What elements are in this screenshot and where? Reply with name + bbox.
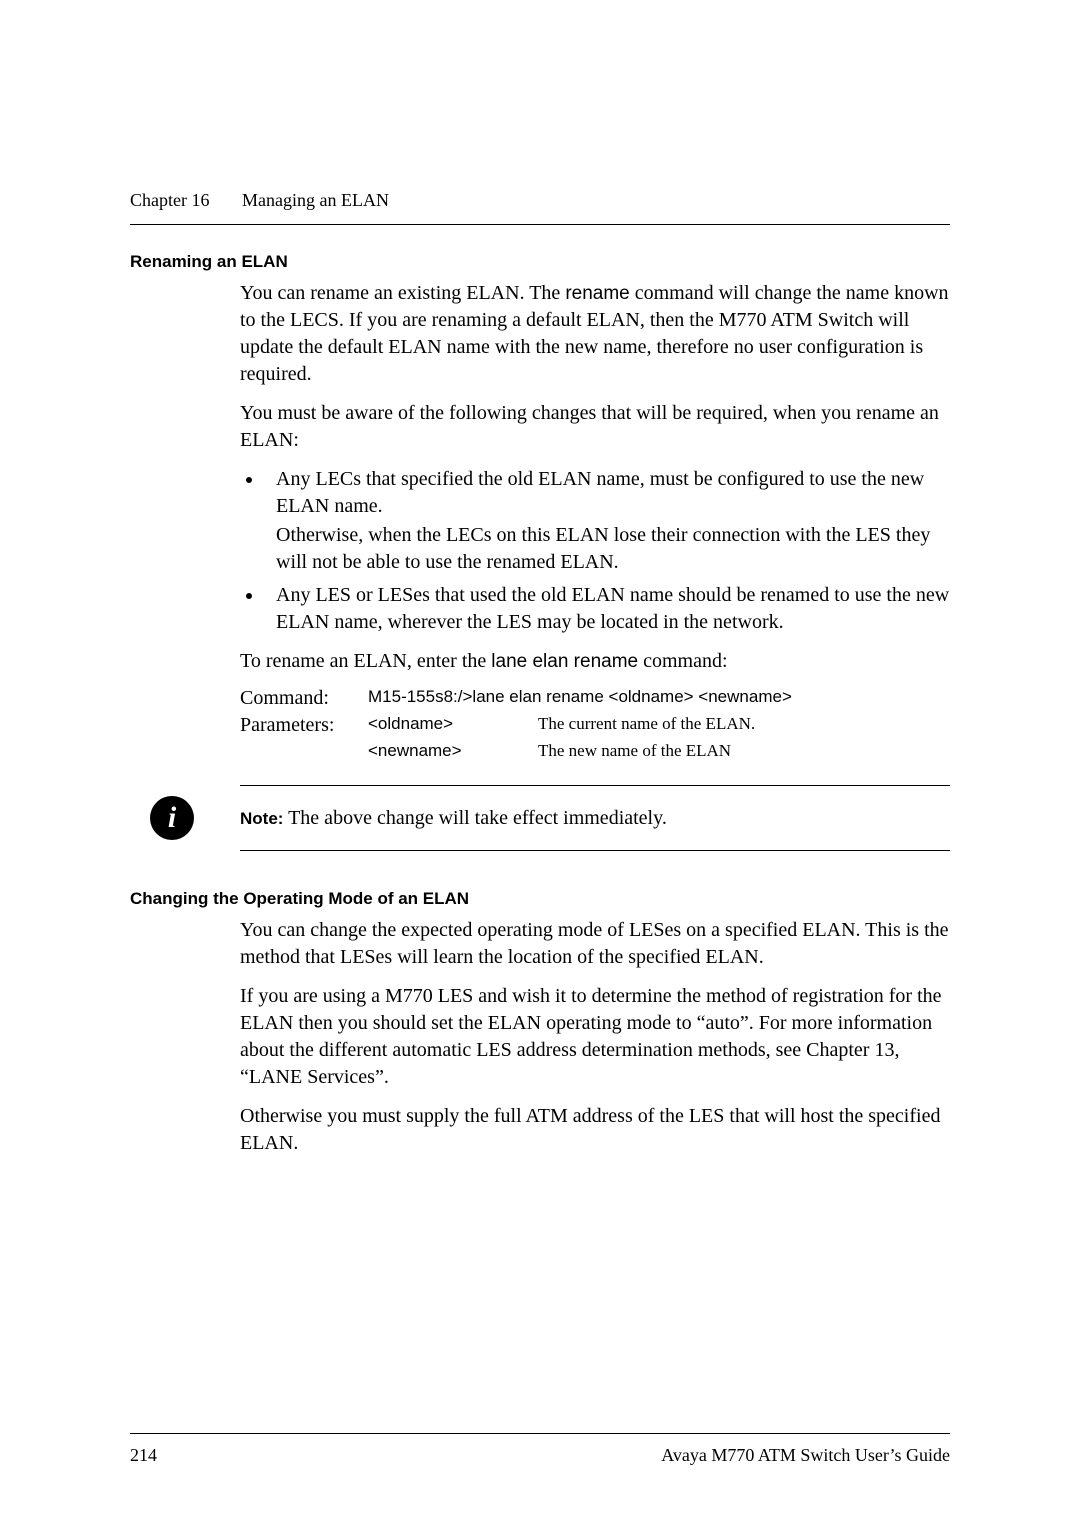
para-opmode-3: Otherwise you must supply the full ATM a… [240,1103,950,1157]
page-number: 214 [130,1445,157,1466]
note-rule-bottom [240,850,950,851]
note-body: The above change will take effect immedi… [283,807,666,829]
note-text: Note: The above change will take effect … [240,807,667,830]
page: Chapter 16 Managing an ELAN Renaming an … [0,0,1080,1528]
section1-body: You can rename an existing ELAN. The ren… [240,280,950,851]
para-aware: You must be aware of the following chang… [240,400,950,454]
command-table: Command: M15-155s8:/>lane elan rename <o… [240,687,950,761]
bullet-list: Any LECs that specified the old ELAN nam… [240,466,950,636]
chapter-label: Chapter 16 [130,190,209,211]
running-header: Chapter 16 Managing an ELAN [130,190,950,211]
param-desc-newname: The new name of the ELAN [538,741,731,761]
param-name-oldname: <oldname> [368,714,538,734]
footer: 214 Avaya M770 ATM Switch User’s Guide [130,1445,950,1466]
content-area: Renaming an ELAN You can rename an exist… [130,252,950,1169]
text: You can rename an existing ELAN. The [240,282,565,304]
bullet1-continuation: Otherwise, when the LECs on this ELAN lo… [276,522,950,576]
bullet-item-1: Any LECs that specified the old ELAN nam… [264,466,950,576]
note-label: Note: [240,809,283,828]
chapter-title: Managing an ELAN [242,190,389,211]
bullet-item-2: Any LES or LESes that used the old ELAN … [264,582,950,636]
info-icon-glyph: i [168,803,176,833]
section-heading-renaming: Renaming an ELAN [130,252,950,272]
text: Any LES or LESes that used the old ELAN … [276,584,949,633]
note-block: i Note: The above change will take effec… [240,785,950,851]
note-row: i Note: The above change will take effec… [150,796,950,840]
param-desc-oldname: The current name of the ELAN. [538,714,755,734]
inline-command-rename: rename [565,283,629,304]
para-to-rename: To rename an ELAN, enter the lane elan r… [240,648,950,675]
parameters-label: Parameters: [240,714,368,737]
command-label: Command: [240,687,368,710]
para-opmode-1: You can change the expected operating mo… [240,917,950,971]
command-value: M15-155s8:/>lane elan rename <oldname> <… [368,687,792,707]
note-rule-top [240,785,950,786]
para-opmode-2: If you are using a M770 LES and wish it … [240,983,950,1091]
info-icon: i [150,796,194,840]
section2-body: You can change the expected operating mo… [240,917,950,1157]
text: command: [638,650,727,672]
text: Any LECs that specified the old ELAN nam… [276,468,924,517]
doc-title-footer: Avaya M770 ATM Switch User’s Guide [661,1445,950,1466]
header-rule [130,224,950,225]
parameters-row-1: Parameters: <oldname> The current name o… [240,714,950,737]
section-heading-operating-mode: Changing the Operating Mode of an ELAN [130,889,950,909]
para-rename-intro: You can rename an existing ELAN. The ren… [240,280,950,388]
section2: Changing the Operating Mode of an ELAN Y… [130,889,950,1157]
command-row: Command: M15-155s8:/>lane elan rename <o… [240,687,950,710]
text: To rename an ELAN, enter the [240,650,491,672]
param-name-newname: <newname> [368,741,538,761]
footer-rule [130,1433,950,1434]
inline-command-lane-elan-rename: lane elan rename [491,651,638,672]
parameters-row-2: <newname> The new name of the ELAN [240,741,950,761]
